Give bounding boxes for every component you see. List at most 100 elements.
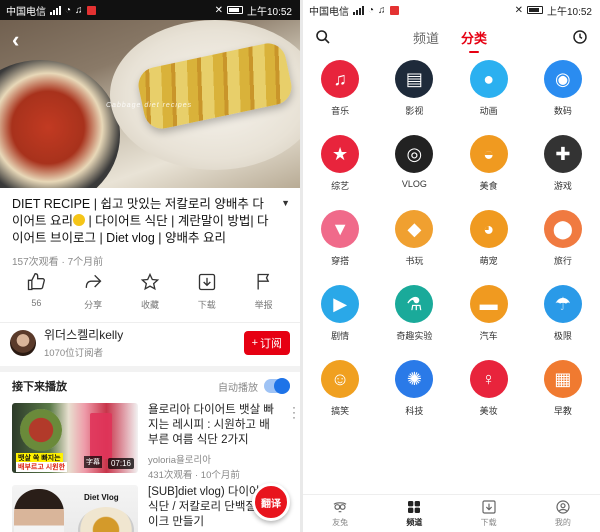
category-item[interactable]: ▼ 穿搭	[303, 210, 377, 267]
channel-avatar[interactable]	[10, 329, 36, 356]
wifi-icon: ◔	[368, 4, 375, 16]
category-label: 早教	[553, 406, 572, 416]
more-options-icon[interactable]: · · ·	[292, 401, 296, 423]
category-item[interactable]: ✺ 科技	[377, 360, 451, 417]
autoplay-label: 自动播放	[218, 382, 258, 394]
category-item[interactable]: ▦ 早教	[526, 360, 600, 417]
subscribe-button[interactable]: + 订阅	[243, 330, 290, 355]
category-label: VLOG	[401, 179, 427, 189]
carrier-label: 中国电信	[309, 6, 349, 18]
category-item[interactable]: ⚗ 奇趣实验	[377, 285, 451, 342]
category-item[interactable]: ♀ 美妆	[452, 360, 526, 417]
up-next-header: 接下来播放 自动播放	[12, 378, 290, 394]
battery-icon	[526, 6, 543, 14]
category-item[interactable]: ✚ 游戏	[526, 135, 600, 192]
share-button[interactable]: 分享	[70, 272, 116, 311]
category-item[interactable]: ◒ 美食	[452, 135, 526, 192]
category-label: 奇趣实验	[396, 331, 433, 341]
recommended-video-channel: yoloria욜로리아	[148, 455, 211, 466]
star-badge-icon: ★	[321, 135, 360, 173]
wifi-icon: ◔	[65, 4, 72, 16]
top-navigation: 频道 分类	[303, 20, 600, 54]
video-player[interactable]: Cabbage diet recipes	[0, 0, 300, 188]
star-icon	[140, 272, 160, 291]
video-thumbnail[interactable]: 뱃살 쏙 빠지는 배부르고 시원한 字幕 07:16	[12, 403, 138, 473]
mute-icon: ✕	[514, 4, 523, 16]
category-item[interactable]: ● 动画	[452, 60, 526, 117]
abc-blocks-icon: ▦	[543, 360, 582, 398]
autoplay-toggle[interactable]	[264, 378, 290, 394]
history-clock-icon[interactable]	[572, 29, 588, 45]
category-item[interactable]: ▤ 影视	[377, 60, 451, 117]
nav-item-downloads[interactable]: 下载	[464, 499, 514, 528]
thumbnail-caption: 배부르고 시원한	[16, 462, 68, 472]
flag-icon	[257, 273, 269, 290]
category-label: 穿搭	[331, 256, 350, 266]
clock-label: 上午10:52	[546, 6, 592, 18]
gamepad-icon: ✚	[543, 135, 582, 173]
category-label: 影视	[405, 106, 424, 116]
category-label: 书玩	[405, 256, 424, 266]
emoji-icon	[72, 214, 85, 226]
category-item[interactable]: ▶ 剧情	[303, 285, 377, 342]
recommended-video-title[interactable]: 욜로리아 다이어트 뱃살 빠지는 레시피 : 시원하고 배부른 여름 식단 2가…	[148, 403, 274, 448]
category-label: 汽车	[479, 331, 498, 341]
action-bar: 56 分享 收藏 下载 举报	[0, 272, 300, 311]
download-icon	[482, 500, 496, 514]
category-item[interactable]: ◆ 书玩	[377, 210, 451, 267]
film-strip-icon: ▤	[395, 60, 434, 98]
music-icon: ♫	[75, 4, 83, 16]
video-meta: 157次观看 · 7个月前	[12, 257, 104, 268]
tab-channels[interactable]: 频道	[413, 28, 439, 47]
diamond-icon: ◆	[395, 210, 434, 248]
recommended-video-item[interactable]: 뱃살 쏙 빠지는 배부르고 시원한 字幕 07:16 욜로리아 다이어트 뱃살 …	[12, 401, 296, 481]
nav-item-profile[interactable]: 我的	[538, 499, 588, 528]
channel-subscribers: 1070位订阅者	[44, 348, 104, 359]
category-item[interactable]: ★ 综艺	[303, 135, 377, 192]
like-button[interactable]: 56	[13, 272, 59, 311]
bottom-navigation: 友兔 频道 下载 我的	[303, 494, 600, 532]
duration-badge: 07:16	[107, 458, 134, 469]
search-icon[interactable]	[315, 29, 331, 45]
tab-categories[interactable]: 分类	[461, 28, 487, 53]
battery-icon	[226, 6, 243, 14]
report-button[interactable]: 举报	[241, 272, 287, 311]
video-thumbnail[interactable]: Diet Vlog	[12, 485, 138, 532]
nav-item-channels[interactable]: 频道	[389, 499, 439, 528]
signal-icon	[50, 5, 61, 15]
user-icon	[556, 500, 570, 514]
panda-icon: ●	[469, 60, 508, 98]
category-item[interactable]: ☺ 搞笑	[303, 360, 377, 417]
status-bar: 中国电信 ◔ ♫ ✕ 上午10:52	[0, 0, 300, 20]
category-item[interactable]: ◉ 数码	[526, 60, 600, 117]
channel-name[interactable]: 위더스켈리kelly	[44, 326, 244, 343]
category-label: 游戏	[553, 181, 572, 191]
expand-caret-icon[interactable]: ▼	[281, 198, 290, 208]
category-item[interactable]: ▬ 汽车	[452, 285, 526, 342]
channel-row[interactable]: 위더스켈리kelly 1070位订阅者 + 订阅	[0, 322, 300, 362]
favorite-button[interactable]: 收藏	[127, 272, 173, 311]
category-item[interactable]: ⬤ 旅行	[526, 210, 600, 267]
recommended-video-info: 욜로리아 다이어트 뱃살 빠지는 레시피 : 시원하고 배부른 여름 식단 2가…	[148, 403, 274, 481]
category-label: 极限	[553, 331, 572, 341]
music-icon: ♫	[378, 4, 386, 16]
video-detail-screen: Cabbage diet recipes 中国电信 ◔ ♫ ✕ 上午10:52 …	[0, 0, 300, 532]
category-item[interactable]: ♫ 音乐	[303, 60, 377, 117]
category-item[interactable]: ◕ 萌宠	[452, 210, 526, 267]
owl-icon	[333, 502, 347, 513]
parachute-icon: ☂	[543, 285, 582, 323]
back-arrow-icon[interactable]: ‹	[12, 29, 28, 51]
category-item[interactable]: ☂ 极限	[526, 285, 600, 342]
translate-button[interactable]: 翻译	[252, 483, 290, 521]
video-watermark: Cabbage diet recipes	[106, 102, 193, 109]
video-title: DIET RECIPE | 쉽고 맛있는 저칼로리 양배추 다이어트 요리 | …	[12, 197, 269, 245]
nav-item-friends[interactable]: 友兔	[315, 499, 365, 528]
thumbs-up-icon	[28, 272, 46, 291]
camera-icon: ◉	[543, 60, 582, 98]
category-label: 音乐	[331, 106, 350, 116]
category-label: 美食	[479, 181, 498, 191]
category-label: 动画	[479, 106, 498, 116]
category-item[interactable]: ◎ VLOG	[377, 135, 451, 192]
carrier-label: 中国电信	[6, 6, 46, 18]
download-button[interactable]: 下载	[184, 272, 230, 311]
